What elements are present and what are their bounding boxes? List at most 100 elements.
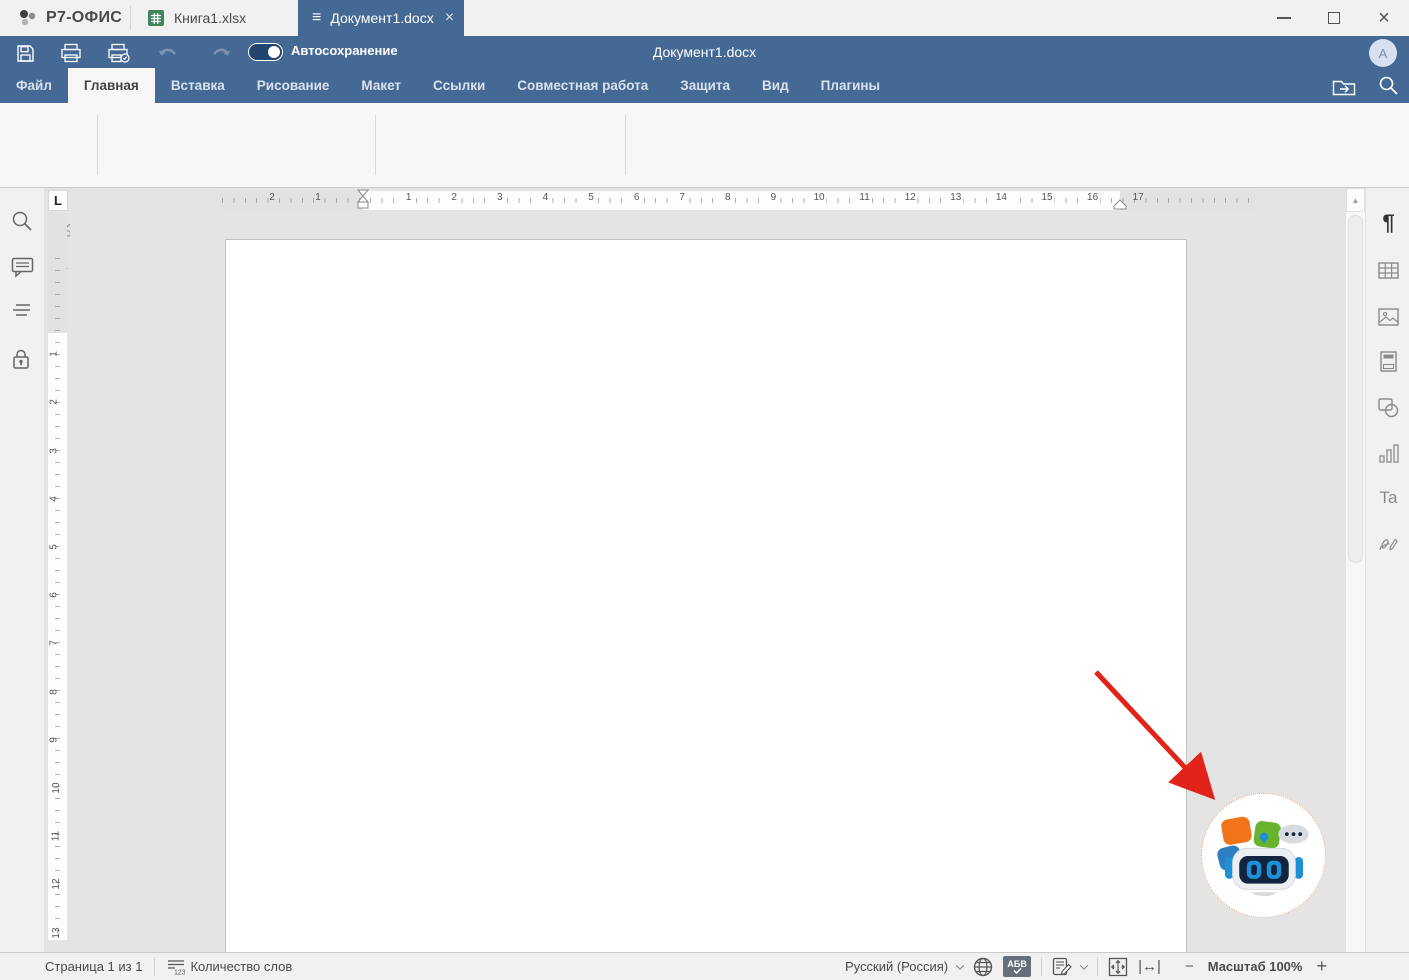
ruler-number: 10 — [811, 192, 826, 203]
word-count-icon: 123 — [167, 959, 185, 975]
fit-page-button[interactable] — [1108, 957, 1128, 977]
fit-page-icon — [1108, 957, 1128, 977]
formatting-toolbar: Liberation Sans 11 A A Aa Ж К Ч — [0, 103, 1409, 188]
window-close-button[interactable]: × — [1359, 0, 1409, 36]
menu-tab-layout[interactable]: Макет — [345, 68, 417, 103]
assistant-robot-icon — [1205, 797, 1323, 915]
scroll-up-button[interactable]: ▲ — [1346, 188, 1365, 212]
maximize-icon — [1328, 12, 1340, 24]
set-language-button[interactable] — [973, 957, 993, 977]
ruler-number: 2 — [449, 192, 459, 203]
ruler-number: 14 — [994, 192, 1009, 203]
left-sidebar — [0, 188, 45, 952]
menu-tab-insert[interactable]: Вставка — [155, 68, 241, 103]
ruler-number: 16 — [1085, 192, 1100, 203]
ruler-number: 12 — [51, 879, 62, 890]
tab-label: Книга1.xlsx — [174, 10, 246, 26]
ruler-number: 8 — [48, 689, 59, 695]
svg-text:123: 123 — [174, 969, 185, 975]
titlebar-divider — [130, 6, 131, 30]
header-right-tools — [1332, 68, 1399, 103]
open-file-location-icon[interactable] — [1332, 76, 1356, 96]
find-button[interactable] — [11, 210, 34, 233]
vertical-ruler[interactable]: 12345678910111213 — [45, 213, 70, 952]
ruler-number: 8 — [723, 192, 733, 203]
shape-settings-button[interactable] — [1378, 397, 1399, 418]
ruler-number: 1 — [404, 192, 414, 203]
indent-marker-icon[interactable] — [357, 188, 369, 210]
ruler-number: 13 — [948, 192, 963, 203]
document-page[interactable] — [225, 239, 1187, 952]
menu-tab-draw[interactable]: Рисование — [241, 68, 346, 103]
window-maximize-button[interactable] — [1309, 0, 1359, 36]
language-selector[interactable]: Русский (Россия) — [845, 959, 963, 974]
right-indent-marker-icon[interactable] — [1113, 199, 1127, 210]
navigation-button[interactable] — [11, 302, 34, 325]
track-changes-icon — [1052, 957, 1072, 976]
tab-spreadsheet[interactable]: Книга1.xlsx — [133, 0, 297, 36]
header: Автосохранение Документ1.docx A Файл Гла… — [0, 36, 1409, 103]
ruler-number: 1 — [48, 351, 59, 357]
ruler-number: 2 — [48, 400, 59, 406]
menu-tab-references[interactable]: Ссылки — [417, 68, 501, 103]
horizontal-ruler[interactable]: 211234567891011121314151617 — [70, 188, 1345, 213]
header-quick-access: Автосохранение Документ1.docx A — [0, 36, 1409, 70]
statusbar: Страница 1 из 1 123 Количество слов Русс… — [0, 952, 1409, 980]
menu-tabs: Файл Главная Вставка Рисование Макет Ссы… — [0, 68, 1409, 103]
paragraph-settings-button[interactable]: ¶ — [1378, 212, 1399, 233]
ruler-number: 11 — [857, 192, 871, 203]
fit-width-icon: |↔| — [1138, 958, 1161, 975]
signature-settings-button[interactable] — [1378, 533, 1399, 554]
lock-icon — [11, 348, 31, 370]
globe-icon — [973, 957, 993, 977]
menu-tab-home[interactable]: Главная — [68, 68, 155, 103]
header-footer-icon — [1380, 351, 1397, 372]
menu-tab-plugins[interactable]: Плагины — [805, 68, 896, 103]
tab-close-icon[interactable]: × — [445, 9, 454, 27]
spellcheck-button[interactable]: АБВ — [1003, 956, 1031, 977]
menu-tab-protection[interactable]: Защита — [664, 68, 746, 103]
fit-width-button[interactable]: |↔| — [1138, 958, 1161, 975]
app-logo: Р7-ОФИС — [18, 0, 122, 36]
scrollbar-thumb[interactable] — [1348, 215, 1363, 563]
ruler-number: 15 — [1039, 192, 1054, 203]
ruler-number: 10 — [51, 782, 62, 793]
tab-stop-selector[interactable]: L — [48, 190, 68, 211]
image-settings-button[interactable] — [1378, 306, 1399, 327]
window-minimize-button[interactable] — [1259, 0, 1309, 36]
track-changes-button[interactable] — [1052, 957, 1087, 976]
ruler-number: 5 — [48, 544, 59, 550]
assistant-launcher-button[interactable] — [1201, 793, 1326, 918]
protection-button[interactable] — [11, 348, 34, 371]
table-icon — [1378, 262, 1399, 279]
ruler-number: 12 — [903, 192, 918, 203]
search-icon[interactable] — [1378, 75, 1399, 96]
tab-menu-icon[interactable]: ≡ — [312, 9, 321, 27]
right-sidebar: ¶ — [1365, 188, 1409, 952]
textart-settings-button[interactable]: Ta — [1378, 487, 1399, 508]
ruler-number: 9 — [769, 192, 779, 203]
table-settings-button[interactable] — [1378, 260, 1399, 281]
ruler-number: 3 — [48, 448, 59, 454]
page-indicator[interactable]: Страница 1 из 1 — [45, 959, 142, 974]
toolbar-divider — [625, 115, 626, 175]
chevron-down-icon — [956, 961, 964, 969]
user-avatar[interactable]: A — [1369, 39, 1397, 67]
chart-settings-button[interactable] — [1378, 443, 1399, 464]
menu-tab-view[interactable]: Вид — [746, 68, 805, 103]
shape-icon — [1378, 398, 1399, 418]
word-count-button[interactable]: 123 Количество слов — [167, 959, 292, 975]
ruler-number: 11 — [51, 831, 62, 841]
tab-document-active[interactable]: ≡ Документ1.docx × — [298, 0, 464, 36]
window-controls: × — [1259, 0, 1409, 36]
ruler-number: 6 — [632, 192, 642, 203]
menu-tab-collaboration[interactable]: Совместная работа — [501, 68, 664, 103]
zoom-label: Масштаб 100% — [1208, 959, 1303, 974]
menu-tab-file[interactable]: Файл — [0, 68, 68, 103]
headerfooter-settings-button[interactable] — [1378, 351, 1399, 372]
vertical-scrollbar[interactable]: ▲ — [1345, 188, 1365, 952]
comments-button[interactable] — [11, 256, 34, 279]
zoom-in-button[interactable]: + — [1312, 956, 1331, 977]
zoom-out-button[interactable]: − — [1181, 958, 1198, 975]
chart-icon — [1379, 444, 1399, 463]
